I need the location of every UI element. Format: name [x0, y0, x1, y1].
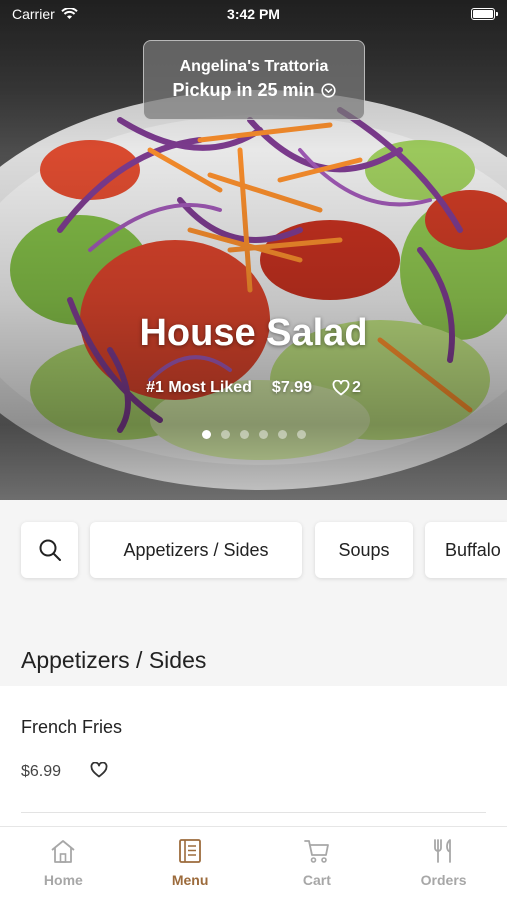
tab-home-label: Home: [43, 872, 83, 888]
pickup-eta: Pickup in 25 min: [172, 80, 336, 101]
featured-hero[interactable]: Carrier 3:42 PM Angelina's Trattoria Pic…: [0, 0, 507, 500]
divider: [21, 812, 486, 813]
tab-bar[interactable]: Home Menu Cart Orders: [0, 826, 507, 900]
menu-item-list: French Fries $6.99: [0, 686, 507, 826]
restaurant-name: Angelina's Trattoria: [179, 58, 329, 75]
section-title: Appetizers / Sides: [21, 647, 207, 673]
status-time: 3:42 PM: [227, 6, 280, 22]
carousel-dot[interactable]: [296, 430, 306, 439]
featured-title: House Salad: [139, 312, 368, 354]
category-chip-soups[interactable]: Soups: [315, 522, 413, 578]
featured-likes[interactable]: 2: [332, 379, 361, 397]
category-chip-appetizers[interactable]: Appetizers / Sides: [90, 522, 302, 578]
tab-cart-label: Cart: [302, 872, 331, 888]
item-name: French Fries: [21, 717, 123, 737]
featured-price: $7.99: [271, 379, 312, 396]
category-chip-buffalo[interactable]: Buffalo: [425, 522, 507, 578]
heart-icon: [332, 380, 350, 396]
carousel-dot[interactable]: [220, 430, 230, 439]
carousel-dot[interactable]: [258, 430, 268, 439]
carousel-dot[interactable]: [201, 430, 211, 439]
category-bar[interactable]: Appetizers / Sides Soups Buffalo: [0, 500, 507, 600]
featured-rank: #1 Most Liked: [146, 379, 252, 396]
cart-icon: [303, 840, 329, 863]
chevron-down-circle-icon: [320, 83, 336, 98]
featured-meta: #1 Most Liked $7.99 2: [0, 379, 507, 397]
home-icon: [51, 840, 75, 863]
pickup-selector[interactable]: Angelina's Trattoria Pickup in 25 min: [143, 40, 365, 120]
battery-icon: [471, 8, 498, 20]
heart-icon[interactable]: [90, 762, 108, 778]
carousel-dot[interactable]: [239, 430, 249, 439]
tab-menu[interactable]: Menu: [127, 827, 254, 900]
item-price: $6.99: [21, 763, 62, 780]
tab-orders-label: Orders: [420, 872, 467, 888]
tab-orders[interactable]: Orders: [380, 827, 507, 900]
carousel-dot[interactable]: [277, 430, 287, 439]
tab-menu-label: Menu: [171, 872, 209, 888]
tab-cart[interactable]: Cart: [254, 827, 381, 900]
fork-knife-icon: [433, 839, 451, 863]
search-icon: [39, 539, 61, 561]
carousel-pagination[interactable]: [0, 430, 507, 439]
tab-home[interactable]: Home: [0, 827, 127, 900]
pickup-eta-label: Pickup in 25 min: [172, 80, 315, 100]
status-bar: Carrier 3:42 PM: [0, 0, 507, 28]
featured-like-count: 2: [351, 379, 361, 396]
menu-book-icon: [179, 839, 202, 863]
search-button[interactable]: [21, 522, 78, 578]
